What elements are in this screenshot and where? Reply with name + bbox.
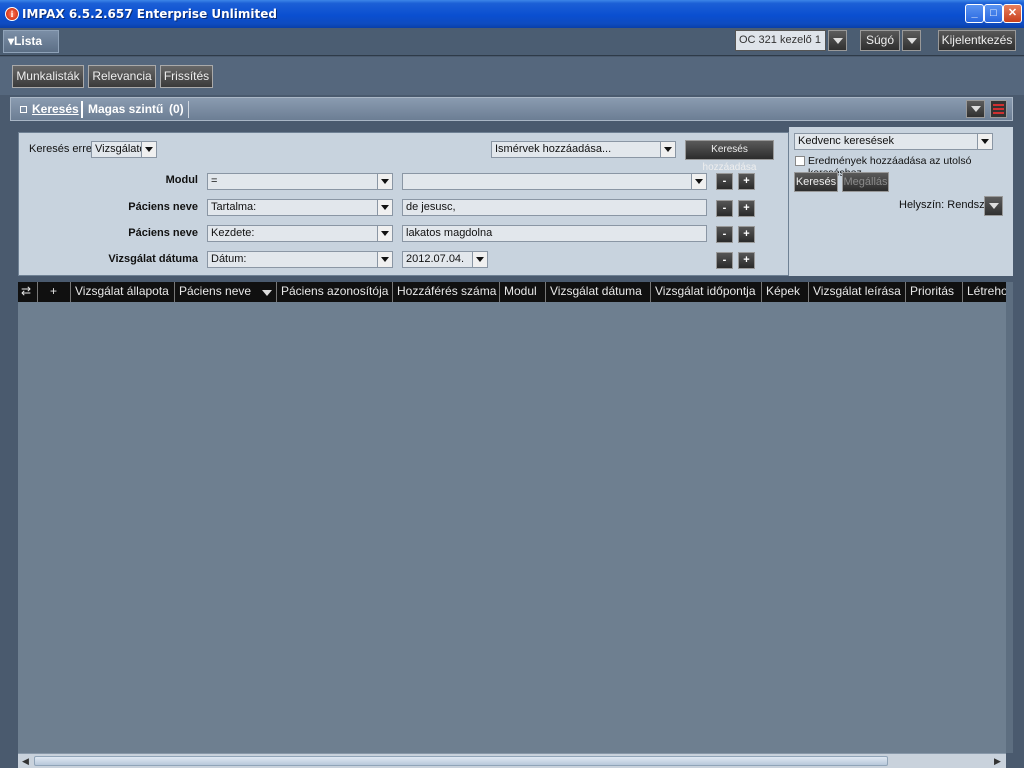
results-table[interactable]	[18, 302, 1006, 753]
add-row-button[interactable]: +	[738, 200, 755, 217]
row-label: Páciens neve	[128, 201, 198, 213]
column-picker-icon[interactable]: ⇄	[18, 282, 38, 302]
append-results-label: Eredmények hozzáadása az utolsó keresésh…	[808, 155, 972, 179]
column-header[interactable]: Létreho	[963, 282, 1006, 302]
add-row-button[interactable]: +	[738, 252, 755, 269]
chevron-down-icon	[660, 142, 675, 157]
value-combo[interactable]	[402, 173, 707, 190]
user-selector[interactable]: OC 321 kezelő 1	[735, 30, 826, 51]
remove-row-button[interactable]: -	[716, 173, 733, 190]
tab-search[interactable]: Keresés	[32, 102, 79, 116]
operator-combo[interactable]: Kezdete:	[207, 225, 393, 242]
chevron-down-icon	[472, 252, 487, 267]
location-dropdown-icon[interactable]	[984, 196, 1003, 216]
scroll-right-icon[interactable]: ▶	[991, 755, 1004, 767]
lista-label: Lista	[14, 34, 43, 48]
column-header[interactable]: Vizsgálat állapota	[71, 282, 175, 302]
remove-row-button[interactable]: -	[716, 200, 733, 217]
scroll-left-icon[interactable]: ◀	[19, 755, 32, 767]
add-search-button[interactable]: Keresés hozzáadása	[685, 140, 774, 173]
column-header[interactable]: Hozzáférés száma	[393, 282, 500, 302]
sort-desc-icon	[259, 287, 275, 298]
header-dropdown-icon[interactable]	[966, 100, 985, 118]
column-header[interactable]: Modul	[500, 282, 546, 302]
row-label: Modul	[165, 174, 198, 186]
column-header[interactable]: Prioritás	[906, 282, 963, 302]
operator-combo[interactable]: Tartalma:	[207, 199, 393, 216]
add-row-button[interactable]: +	[738, 173, 755, 190]
chevron-down-icon	[377, 200, 392, 215]
help-dropdown-icon[interactable]	[902, 30, 921, 51]
operator-value: Kezdete:	[211, 227, 255, 239]
operator-value: =	[211, 175, 218, 187]
column-header[interactable]: Képek	[762, 282, 809, 302]
remove-row-button[interactable]: -	[716, 252, 733, 269]
user-dropdown-icon[interactable]	[828, 30, 847, 51]
add-row-button[interactable]: +	[738, 226, 755, 243]
row-label: Páciens neve	[128, 227, 198, 239]
operator-value: Tartalma:	[211, 201, 257, 213]
scroll-thumb[interactable]	[34, 756, 888, 766]
chevron-down-icon	[691, 174, 706, 189]
date-combo[interactable]: 2012.07.04.	[402, 251, 488, 268]
window-title: IMPAX 6.5.2.657 Enterprise Unlimited	[22, 7, 277, 21]
search-button[interactable]: Keresés	[794, 172, 838, 192]
tab-separator	[81, 101, 83, 118]
column-header[interactable]: Vizsgálat leírása	[809, 282, 906, 302]
date-value: 2012.07.04.	[406, 253, 465, 265]
chevron-down-icon	[377, 174, 392, 189]
table-header: ⇄ + Vizsgálat állapota Páciens neve Páci…	[18, 282, 1006, 302]
chevron-down-icon	[377, 226, 392, 241]
tab-advanced[interactable]: Magas szintű	[88, 102, 163, 116]
header-separator	[188, 101, 189, 118]
operator-value: Dátum:	[211, 253, 247, 265]
result-count: (0)	[169, 102, 184, 116]
patient-name-input[interactable]: lakatos magdolna	[402, 225, 707, 242]
stop-button[interactable]: Megállás	[842, 172, 889, 192]
search-for-label: Keresés erre:	[29, 143, 96, 155]
search-header: Keresés Magas szintű (0)	[10, 97, 1013, 121]
column-header[interactable]: +	[38, 282, 71, 302]
chevron-down-icon	[977, 134, 992, 149]
app-icon: i	[5, 7, 19, 21]
remove-row-button[interactable]: -	[716, 226, 733, 243]
location-label: Helyszín: Rendszer	[899, 199, 995, 211]
patient-name-input[interactable]: de jesusc,	[402, 199, 707, 216]
criteria-combo-value: Ismérvek hozzáadása...	[495, 143, 612, 155]
lista-menu[interactable]: ▾Lista	[3, 30, 59, 53]
collapse-icon[interactable]	[20, 106, 27, 113]
operator-combo[interactable]: Dátum:	[207, 251, 393, 268]
column-header[interactable]: Vizsgálat időpontja	[651, 282, 762, 302]
criteria-combo[interactable]: Ismérvek hozzáadása...	[491, 141, 676, 158]
title-bar: i IMPAX 6.5.2.657 Enterprise Unlimited _…	[0, 0, 1024, 28]
maximize-button[interactable]: □	[984, 4, 1003, 23]
relevance-button[interactable]: Relevancia	[88, 65, 156, 88]
refresh-button[interactable]: Frissítés	[160, 65, 213, 88]
help-button[interactable]: Súgó	[860, 30, 900, 51]
favorites-combo[interactable]: Kedvenc keresések	[794, 133, 993, 150]
vertical-scrollbar[interactable]	[1006, 282, 1013, 753]
minimize-button[interactable]: _	[965, 4, 984, 23]
list-menu-icon[interactable]	[990, 100, 1007, 118]
favorites-combo-value: Kedvenc keresések	[798, 135, 894, 147]
chevron-down-icon	[141, 142, 156, 157]
append-results-checkbox[interactable]	[795, 156, 805, 166]
column-header[interactable]: Vizsgálat dátuma	[546, 282, 651, 302]
chevron-down-icon	[377, 252, 392, 267]
column-header[interactable]: Páciens azonosítója	[277, 282, 393, 302]
worklists-button[interactable]: Munkalisták	[12, 65, 84, 88]
logout-button[interactable]: Kijelentkezés	[938, 30, 1016, 51]
row-label: Vizsgálat dátuma	[108, 253, 198, 265]
close-button[interactable]: ✕	[1003, 4, 1022, 23]
operator-combo[interactable]: =	[207, 173, 393, 190]
search-for-combo[interactable]: Vizsgálatok	[91, 141, 157, 158]
horizontal-scrollbar[interactable]: ◀ ▶	[18, 753, 1006, 768]
